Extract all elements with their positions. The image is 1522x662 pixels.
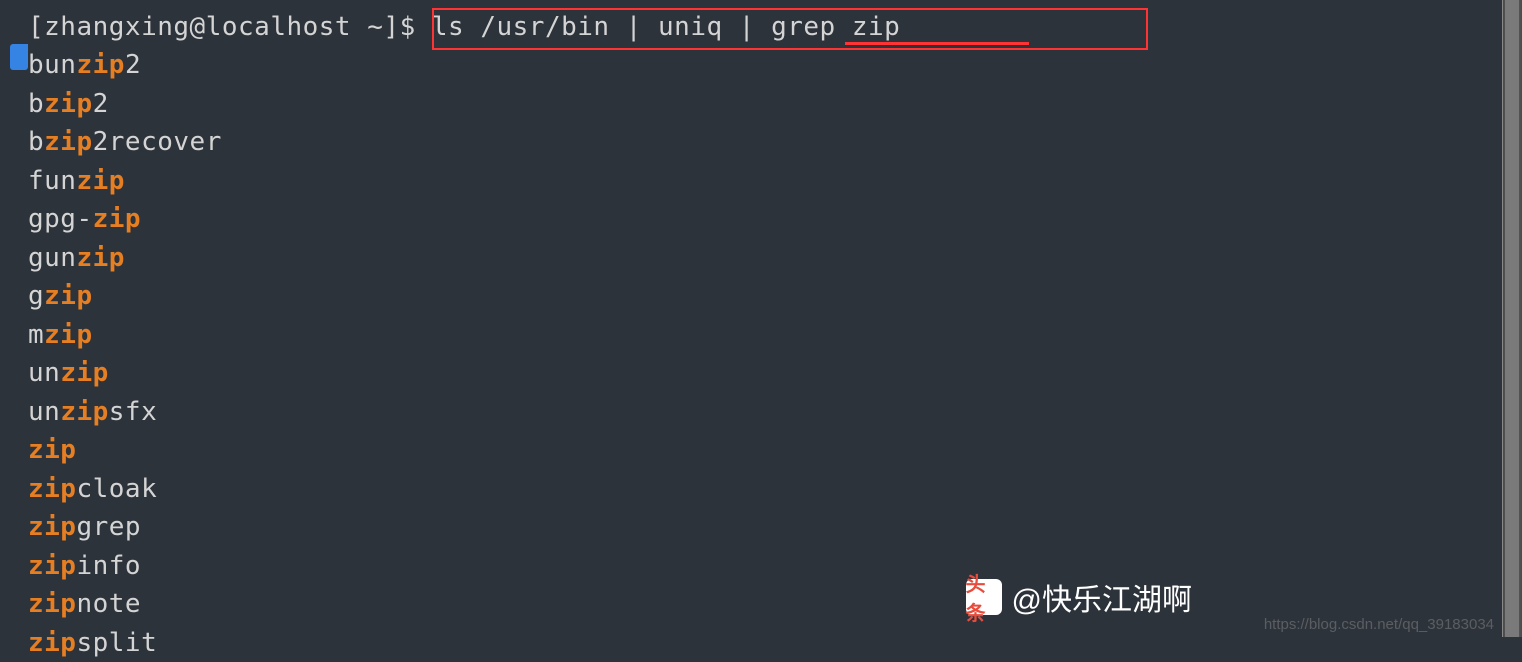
output-line: gpg-zip [28, 200, 1522, 238]
output-line: gunzip [28, 239, 1522, 277]
grep-match: zip [44, 281, 92, 311]
grep-match: zip [76, 166, 124, 196]
output-line: bzip2recover [28, 123, 1522, 161]
output-line: mzip [28, 316, 1522, 354]
output-line: zipinfo [28, 547, 1522, 585]
toutiao-icon: 头条 [966, 579, 1002, 615]
grep-match: zip [60, 358, 108, 388]
output-line: funzip [28, 162, 1522, 200]
grep-match: zip [44, 89, 92, 119]
output-line: bunzip2 [28, 46, 1522, 84]
grep-match: zip [28, 474, 76, 504]
output-prefix: gpg- [28, 204, 93, 234]
output-prefix: fun [28, 166, 76, 196]
grep-match: zip [93, 204, 141, 234]
grep-match: zip [28, 589, 76, 619]
output-suffix: grep [76, 512, 141, 542]
prompt-line: [zhangxing@localhost ~]$ ls /usr/bin | u… [28, 8, 1522, 46]
output-prefix: b [28, 89, 44, 119]
grep-match: zip [60, 397, 108, 427]
grep-match: zip [44, 320, 92, 350]
output-prefix: un [28, 358, 60, 388]
grep-match: zip [28, 551, 76, 581]
output-line: unzipsfx [28, 393, 1522, 431]
terminal-content[interactable]: [zhangxing@localhost ~]$ ls /usr/bin | u… [0, 0, 1522, 662]
selection-handle[interactable] [10, 44, 28, 70]
command-text: ls /usr/bin | uniq | grep zip [432, 12, 900, 42]
grep-match: zip [76, 243, 124, 273]
output-suffix: 2recover [93, 127, 222, 157]
output-suffix: note [76, 589, 141, 619]
window-edge [1502, 0, 1522, 637]
terminal-window: [zhangxing@localhost ~]$ ls /usr/bin | u… [0, 0, 1522, 637]
output-suffix: sfx [109, 397, 157, 427]
output-suffix: cloak [76, 474, 157, 504]
output-suffix: info [76, 551, 141, 581]
output-line: zip [28, 431, 1522, 469]
watermark-url: https://blog.csdn.net/qq_39183034 [1264, 616, 1494, 633]
grep-match: zip [76, 50, 124, 80]
grep-match: zip [44, 127, 92, 157]
output-prefix: bun [28, 50, 76, 80]
watermark-logo: 头条 @快乐江湖啊 [966, 575, 1192, 619]
output-prefix: un [28, 397, 60, 427]
output-line: unzip [28, 354, 1522, 392]
prompt-prefix: [zhangxing@localhost ~]$ [28, 12, 432, 42]
output-line: gzip [28, 277, 1522, 315]
output-line: bzip2 [28, 85, 1522, 123]
grep-match: zip [28, 435, 76, 465]
output-prefix: b [28, 127, 44, 157]
grep-match: zip [28, 628, 76, 658]
grep-match: zip [28, 512, 76, 542]
output-suffix: split [76, 628, 157, 658]
output-suffix: 2 [125, 50, 141, 80]
watermark-text: @快乐江湖啊 [1012, 575, 1192, 619]
output-prefix: gun [28, 243, 76, 273]
output-prefix: g [28, 281, 44, 311]
output-line: zipgrep [28, 508, 1522, 546]
output-suffix: 2 [93, 89, 109, 119]
output-line: zipcloak [28, 470, 1522, 508]
output-prefix: m [28, 320, 44, 350]
